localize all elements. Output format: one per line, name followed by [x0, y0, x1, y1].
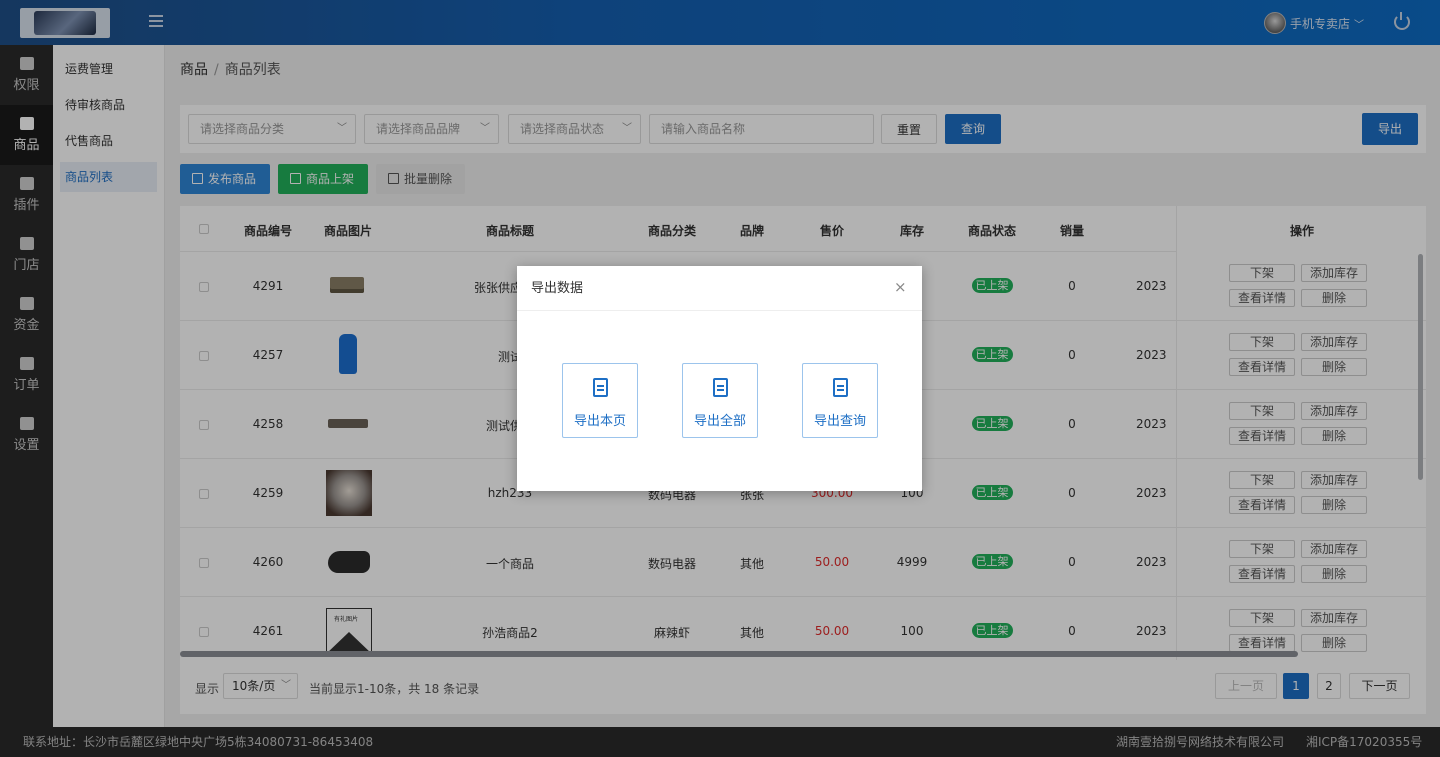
export-all-label: 导出全部	[693, 414, 746, 429]
export-query-button[interactable]: 导出查询	[802, 363, 878, 438]
document-icon	[593, 378, 608, 397]
export-page-label: 导出本页	[573, 414, 626, 429]
close-icon[interactable]: ×	[894, 280, 907, 295]
document-icon	[833, 378, 848, 397]
export-page-button[interactable]: 导出本页	[562, 363, 638, 438]
export-query-label: 导出查询	[813, 414, 866, 429]
export-all-button[interactable]: 导出全部	[682, 363, 758, 438]
modal-title: 导出数据	[517, 266, 922, 311]
documents-icon	[713, 378, 728, 397]
export-modal: 导出数据 × 导出本页 导出全部 导出查询	[517, 266, 922, 491]
